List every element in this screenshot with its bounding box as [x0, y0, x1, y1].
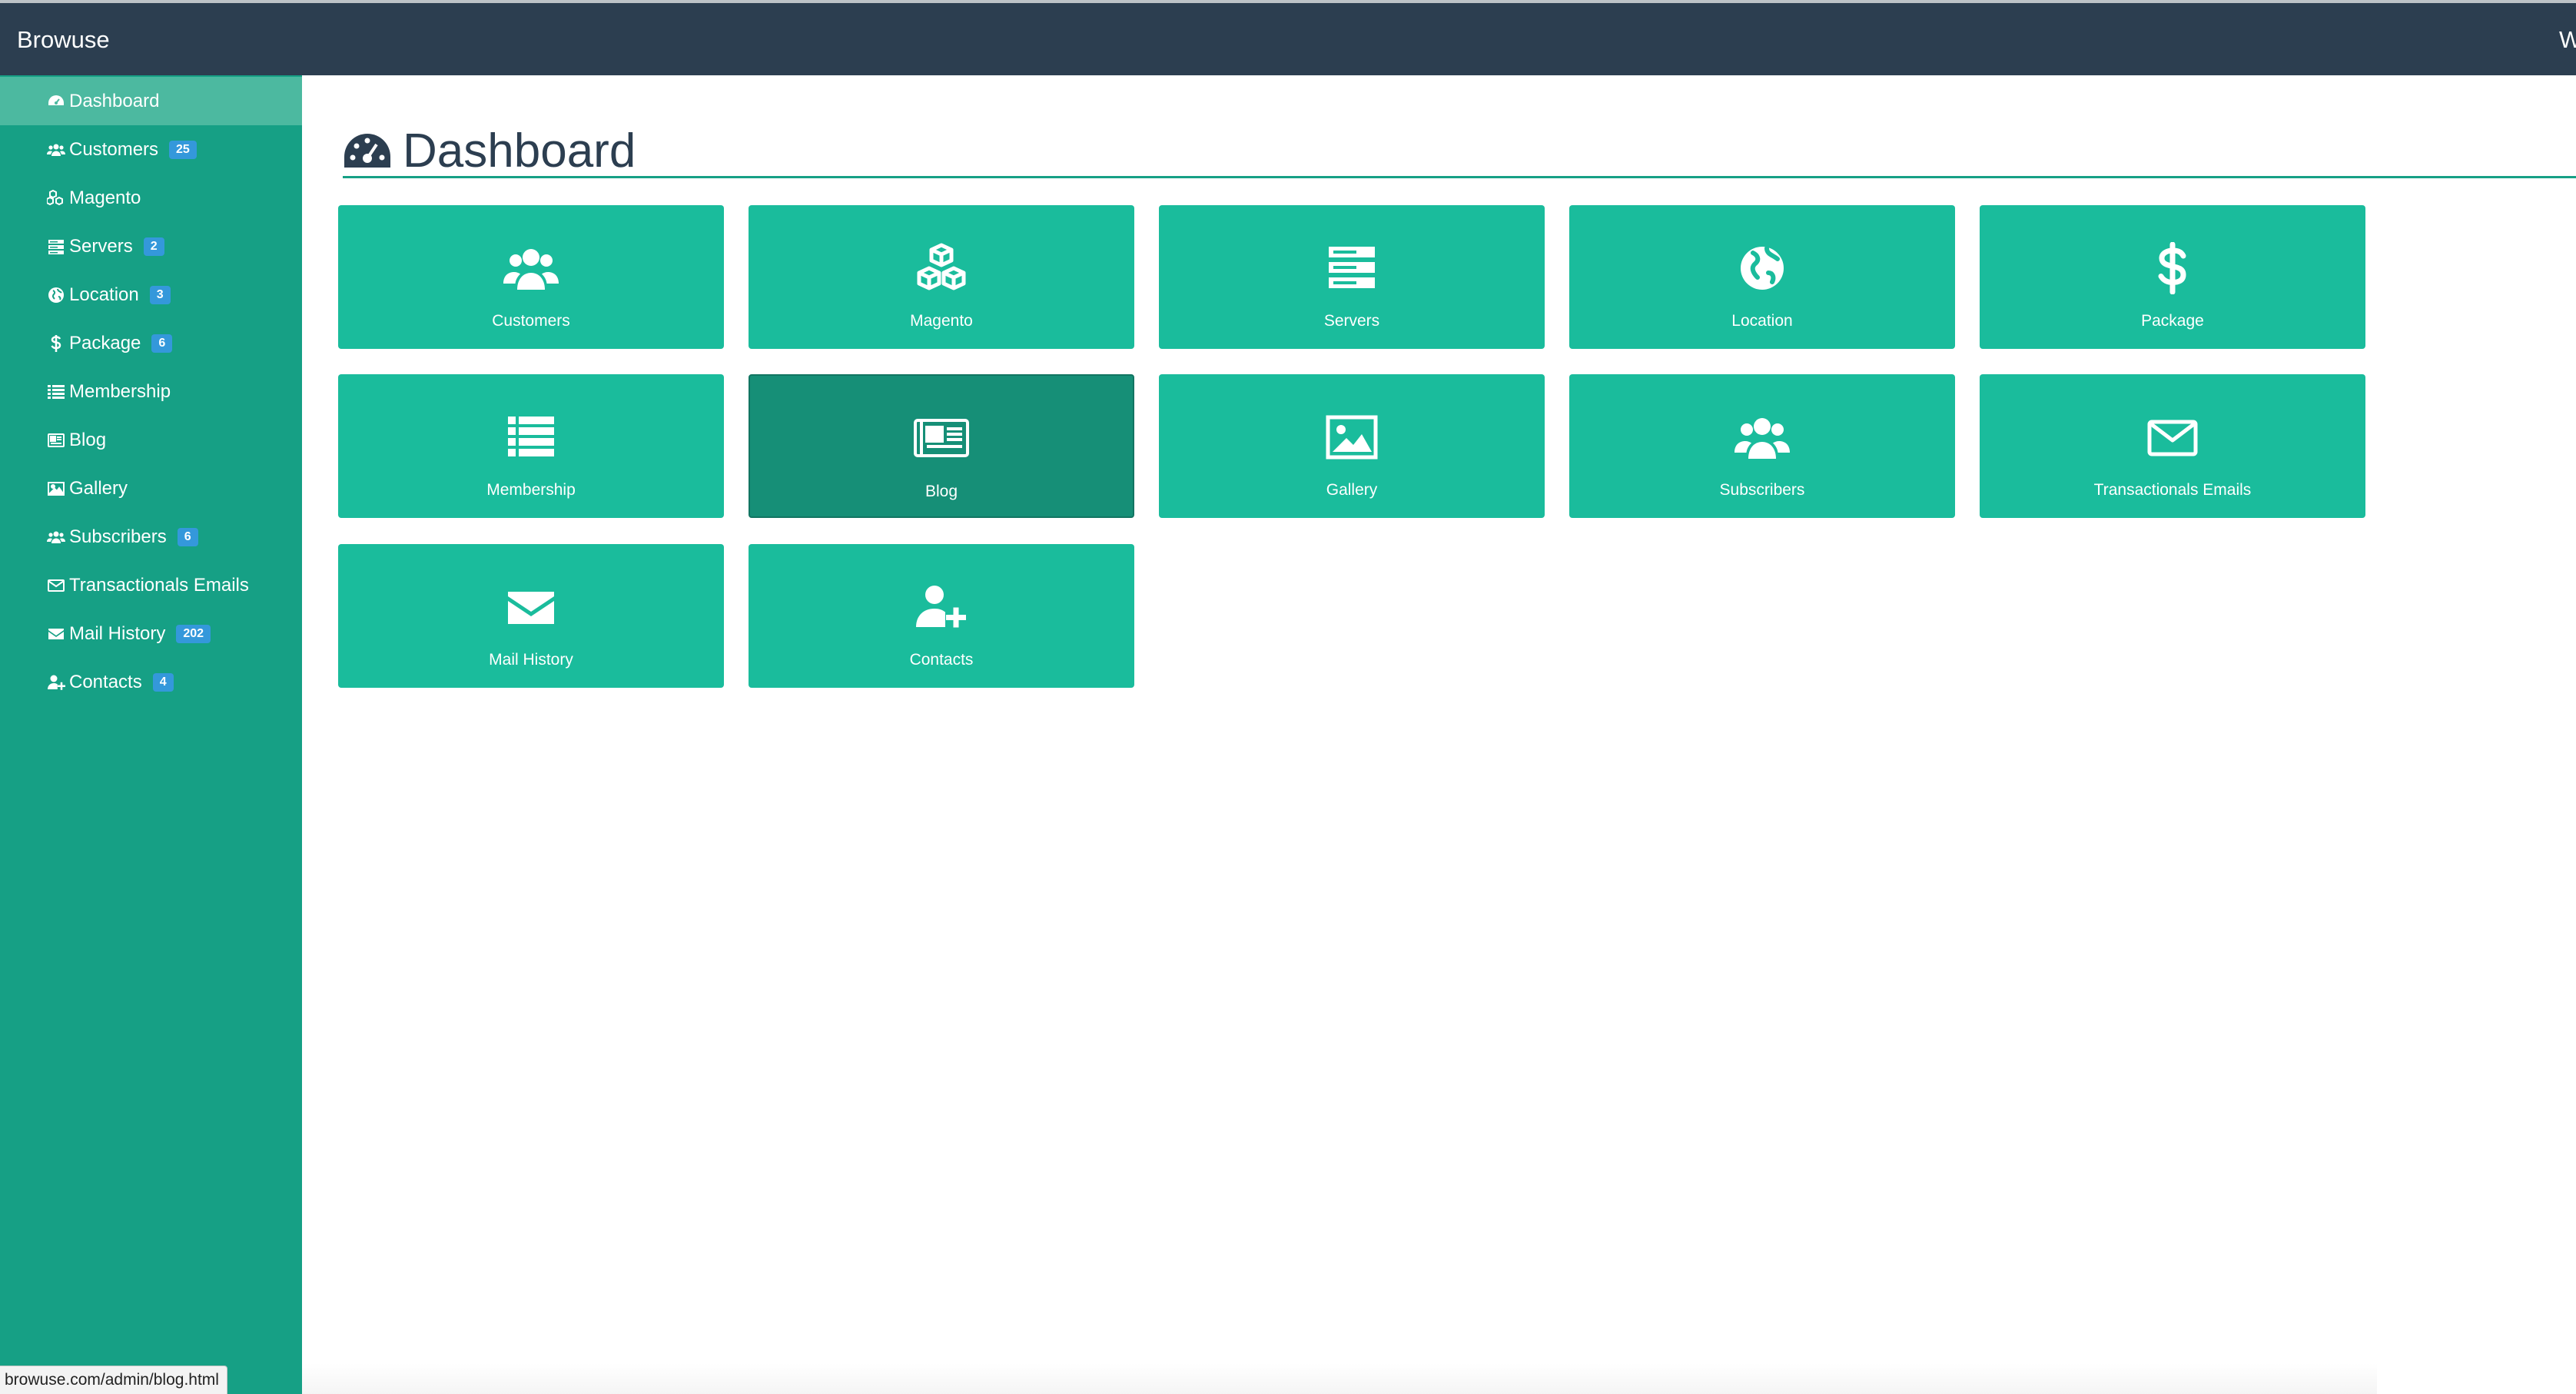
- list-icon: [338, 411, 724, 463]
- sidebar-item-package[interactable]: Package 6: [0, 319, 302, 367]
- tile-blog[interactable]: Blog: [749, 374, 1134, 518]
- tile-label: Package: [2141, 312, 2204, 330]
- count-badge: 202: [176, 624, 211, 643]
- dashboard-icon: [344, 134, 390, 168]
- tile-label: Membership: [486, 481, 576, 499]
- globe-icon: [46, 285, 66, 305]
- sidebar-item-label: Membership: [69, 380, 171, 402]
- users-icon: [338, 242, 724, 294]
- sidebar-item-label: Contacts: [69, 671, 142, 692]
- sidebar-item-mail-history[interactable]: Mail History 202: [0, 609, 302, 658]
- image-icon: [46, 479, 66, 499]
- sidebar-item-label: Magento: [69, 187, 141, 208]
- tile-mail-history[interactable]: Mail History: [338, 544, 724, 688]
- dollar-icon: [1980, 242, 2365, 294]
- tile-label: Subscribers: [1719, 481, 1805, 499]
- sidebar-item-label: Package: [69, 332, 141, 353]
- sidebar-item-label: Mail History: [69, 622, 166, 644]
- sidebar-item-transactional-emails[interactable]: Transactionals Emails: [0, 561, 302, 609]
- image-icon: [1159, 411, 1545, 463]
- sidebar-item-label: Servers: [69, 235, 133, 257]
- server-icon: [46, 237, 66, 257]
- cubes-icon: [749, 242, 1134, 294]
- users-icon: [46, 527, 66, 547]
- tile-label: Mail History: [489, 651, 573, 669]
- envelope-icon: [46, 624, 66, 644]
- newspaper-icon: [46, 430, 66, 450]
- sidebar-item-gallery[interactable]: Gallery: [0, 464, 302, 513]
- sidebar: Dashboard Customers 25 Magento Servers 2…: [0, 75, 302, 1394]
- count-badge: 4: [152, 672, 174, 692]
- envelope-outline-icon: [46, 576, 66, 596]
- bottom-shadow: [302, 1363, 2377, 1394]
- tile-label: Customers: [492, 312, 570, 330]
- tile-magento[interactable]: Magento: [749, 205, 1134, 349]
- top-right-menu-partial[interactable]: W: [2559, 25, 2576, 55]
- sidebar-item-blog[interactable]: Blog: [0, 416, 302, 464]
- browser-status-bar: browuse.com/admin/blog.html: [0, 1366, 227, 1394]
- sidebar-item-label: Gallery: [69, 477, 128, 499]
- tile-transactional-emails[interactable]: Transactionals Emails: [1980, 374, 2365, 518]
- sidebar-item-subscribers[interactable]: Subscribers 6: [0, 513, 302, 561]
- tile-contacts[interactable]: Contacts: [749, 544, 1134, 688]
- sidebar-item-dashboard[interactable]: Dashboard: [0, 77, 302, 125]
- tile-gallery[interactable]: Gallery: [1159, 374, 1545, 518]
- envelope-outline-icon: [1980, 411, 2365, 463]
- title-divider: [343, 176, 2576, 178]
- list-icon: [46, 382, 66, 402]
- count-badge: 6: [151, 334, 173, 353]
- count-badge: 6: [177, 527, 198, 546]
- sidebar-item-customers[interactable]: Customers 25: [0, 125, 302, 174]
- dashboard-icon: [46, 91, 66, 111]
- envelope-icon: [338, 581, 724, 633]
- sidebar-item-label: Blog: [69, 429, 107, 450]
- count-badge: 3: [149, 285, 171, 304]
- brand-logo-link[interactable]: Browuse: [17, 25, 110, 55]
- page-title: Dashboard: [343, 123, 636, 178]
- users-icon: [46, 140, 66, 160]
- count-badge: 25: [169, 140, 197, 159]
- tile-label: Contacts: [909, 651, 974, 669]
- dollar-icon: [46, 334, 66, 353]
- sidebar-item-label: Location: [69, 284, 139, 305]
- tile-label: Magento: [910, 312, 973, 330]
- page-title-text: Dashboard: [403, 124, 636, 178]
- sidebar-item-magento[interactable]: Magento: [0, 174, 302, 222]
- sidebar-item-membership[interactable]: Membership: [0, 367, 302, 416]
- sidebar-item-label: Subscribers: [69, 526, 167, 547]
- sidebar-item-label: Customers: [69, 138, 159, 160]
- sidebar-item-location[interactable]: Location 3: [0, 271, 302, 319]
- tile-label: Location: [1731, 312, 1793, 330]
- count-badge: 2: [143, 237, 164, 256]
- newspaper-icon: [750, 413, 1133, 465]
- top-navbar: Browuse W: [0, 0, 2576, 75]
- tile-label: Servers: [1323, 312, 1380, 330]
- tile-customers[interactable]: Customers: [338, 205, 724, 349]
- cubes-icon: [46, 188, 66, 208]
- tile-label: Gallery: [1326, 481, 1378, 499]
- sidebar-item-label: Dashboard: [69, 90, 160, 111]
- tile-servers[interactable]: Servers: [1159, 205, 1545, 349]
- user-plus-icon: [749, 581, 1134, 633]
- users-icon: [1569, 411, 1955, 463]
- tile-label: Blog: [925, 483, 958, 500]
- user-plus-icon: [46, 672, 66, 692]
- tile-subscribers[interactable]: Subscribers: [1569, 374, 1955, 518]
- tile-package[interactable]: Package: [1980, 205, 2365, 349]
- server-icon: [1159, 242, 1545, 294]
- tile-label: Transactionals Emails: [2093, 481, 2252, 499]
- sidebar-item-contacts[interactable]: Contacts 4: [0, 658, 302, 706]
- tile-membership[interactable]: Membership: [338, 374, 724, 518]
- sidebar-item-servers[interactable]: Servers 2: [0, 222, 302, 271]
- sidebar-item-label: Transactionals Emails: [69, 574, 249, 596]
- globe-icon: [1569, 242, 1955, 294]
- tile-location[interactable]: Location: [1569, 205, 1955, 349]
